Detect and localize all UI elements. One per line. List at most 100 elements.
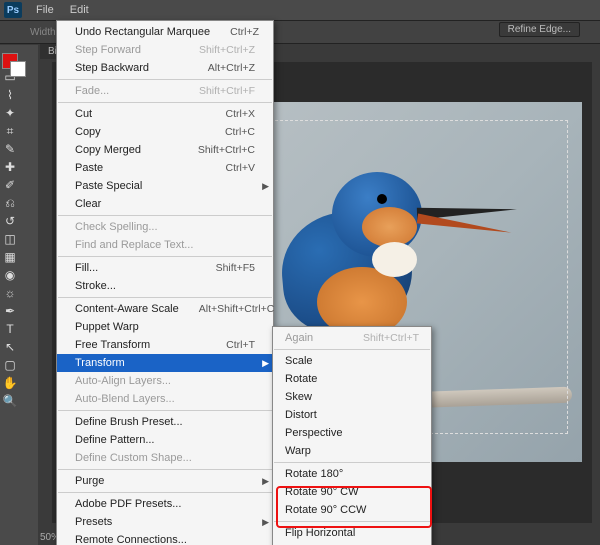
transform-item-warp[interactable]: Warp xyxy=(273,442,431,460)
edit-menu-item-transform-label: Transform xyxy=(75,357,125,369)
transform-item-warp-label: Warp xyxy=(285,445,311,457)
edit-menu-item-undo[interactable]: Undo Rectangular MarqueeCtrl+Z xyxy=(57,23,273,41)
chevron-right-icon: ▶ xyxy=(262,358,269,369)
edit-menu-item-copy-merged-shortcut: Shift+Ctrl+C xyxy=(198,144,255,156)
tool-history-icon[interactable]: ↺ xyxy=(2,213,18,229)
tool-dodge-icon[interactable]: ☼ xyxy=(2,285,18,301)
edit-menu-item-puppet-warp-label: Puppet Warp xyxy=(75,321,139,333)
transform-item-rotate-180[interactable]: Rotate 180° xyxy=(273,465,431,483)
transform-item-again: AgainShift+Ctrl+T xyxy=(273,329,431,347)
transform-item-rotate-90-ccw-label: Rotate 90° CCW xyxy=(285,504,366,516)
color-swatches[interactable] xyxy=(2,53,26,77)
menu-file[interactable]: File xyxy=(28,2,62,18)
transform-item-skew[interactable]: Skew xyxy=(273,388,431,406)
edit-menu-item-separator xyxy=(58,79,272,80)
edit-menu-item-step-forward-label: Step Forward xyxy=(75,44,141,56)
transform-item-perspective[interactable]: Perspective xyxy=(273,424,431,442)
edit-menu-item-fade-label: Fade... xyxy=(75,85,109,97)
ps-logo-icon: Ps xyxy=(4,2,22,18)
refine-edge-button[interactable]: Refine Edge... xyxy=(499,22,580,37)
edit-menu-item-fill[interactable]: Fill... Shift+F5 xyxy=(57,259,273,277)
edit-menu-item-separator xyxy=(58,410,272,411)
transform-item-rotate[interactable]: Rotate xyxy=(273,370,431,388)
edit-menu-item-define-shape: Define Custom Shape... xyxy=(57,449,273,467)
edit-menu-item-clear[interactable]: Clear xyxy=(57,195,273,213)
edit-menu-item-puppet-warp[interactable]: Puppet Warp xyxy=(57,318,273,336)
edit-menu-item-paste-special[interactable]: Paste Special▶ xyxy=(57,177,273,195)
edit-menu-item-auto-blend: Auto-Blend Layers... xyxy=(57,390,273,408)
edit-menu-item-copy-label: Copy xyxy=(75,126,101,138)
edit-menu-item-presets-label: Presets xyxy=(75,516,112,528)
edit-dropdown-menu: Undo Rectangular MarqueeCtrl+Z Step Forwa… xyxy=(56,20,274,545)
edit-menu-item-auto-blend-label: Auto-Blend Layers... xyxy=(75,393,175,405)
tool-lasso-icon[interactable]: ⌇ xyxy=(2,87,18,103)
edit-menu-item-clear-label: Clear xyxy=(75,198,101,210)
edit-menu-item-purge[interactable]: Purge ▶ xyxy=(57,472,273,490)
tool-hand-icon[interactable]: ✋ xyxy=(2,375,18,391)
tool-type-icon[interactable]: T xyxy=(2,321,18,337)
tool-eraser-icon[interactable]: ◫ xyxy=(2,231,18,247)
transform-item-perspective-label: Perspective xyxy=(285,427,342,439)
edit-menu-item-copy-merged-label: Copy Merged xyxy=(75,144,141,156)
edit-menu-item-cut[interactable]: Cut Ctrl+X xyxy=(57,105,273,123)
edit-menu-item-separator xyxy=(58,297,272,298)
edit-menu-item-remote-conn[interactable]: Remote Connections... xyxy=(57,531,273,545)
transform-item-scale[interactable]: Scale xyxy=(273,352,431,370)
edit-menu-item-purge-label: Purge xyxy=(75,475,104,487)
tool-zoom-icon[interactable]: 🔍 xyxy=(2,393,18,409)
edit-menu-item-content-aware[interactable]: Content-Aware ScaleAlt+Shift+Ctrl+C xyxy=(57,300,273,318)
transform-item-flip-h-label: Flip Horizontal xyxy=(285,527,355,539)
transform-item-rotate-label: Rotate xyxy=(285,373,317,385)
transform-item-separator xyxy=(274,349,430,350)
tool-stamp-icon[interactable]: ⎌ xyxy=(2,195,18,211)
edit-menu-item-stroke[interactable]: Stroke... xyxy=(57,277,273,295)
edit-menu-item-check-spelling: Check Spelling... xyxy=(57,218,273,236)
transform-item-distort[interactable]: Distort xyxy=(273,406,431,424)
edit-menu-item-separator xyxy=(58,102,272,103)
menu-edit[interactable]: Edit xyxy=(62,2,97,18)
edit-menu-item-define-pattern[interactable]: Define Pattern... xyxy=(57,431,273,449)
edit-menu-item-find-replace: Find and Replace Text... xyxy=(57,236,273,254)
edit-menu-item-presets[interactable]: Presets▶ xyxy=(57,513,273,531)
tool-heal-icon[interactable]: ✚ xyxy=(2,159,18,175)
transform-item-rotate-90-cw[interactable]: Rotate 90° CW xyxy=(273,483,431,501)
edit-menu-item-copy-merged[interactable]: Copy Merged Shift+Ctrl+C xyxy=(57,141,273,159)
edit-menu-item-remote-conn-label: Remote Connections... xyxy=(75,534,187,545)
edit-menu-item-separator xyxy=(58,256,272,257)
edit-menu-item-define-brush[interactable]: Define Brush Preset... xyxy=(57,413,273,431)
edit-menu-item-define-pattern-label: Define Pattern... xyxy=(75,434,155,446)
edit-menu-item-separator xyxy=(58,492,272,493)
photoshop-window: Ps File Edit Width: Height: Refine Edge.… xyxy=(0,0,600,545)
tool-blur-icon[interactable]: ◉ xyxy=(2,267,18,283)
edit-menu-item-fade: Fade... Shift+Ctrl+F xyxy=(57,82,273,100)
edit-menu-item-paste-label: Paste xyxy=(75,162,103,174)
edit-menu-item-fill-shortcut: Shift+F5 xyxy=(216,262,255,274)
chevron-right-icon: ▶ xyxy=(262,181,269,192)
edit-menu-item-cut-label: Cut xyxy=(75,108,92,120)
tool-shape-icon[interactable]: ▢ xyxy=(2,357,18,373)
edit-menu-item-adobe-pdf-label: Adobe PDF Presets... xyxy=(75,498,181,510)
edit-menu-item-cut-shortcut: Ctrl+X xyxy=(226,108,255,120)
edit-menu-item-fill-label: Fill... xyxy=(75,262,98,274)
tool-wand-icon[interactable]: ✦ xyxy=(2,105,18,121)
edit-menu-item-copy[interactable]: CopyCtrl+C xyxy=(57,123,273,141)
tool-gradient-icon[interactable]: ▦ xyxy=(2,249,18,265)
edit-menu-item-fade-shortcut: Shift+Ctrl+F xyxy=(199,85,255,97)
background-swatch[interactable] xyxy=(10,61,26,77)
edit-menu-item-transform[interactable]: Transform ▶ xyxy=(57,354,273,372)
edit-menu-item-content-aware-shortcut: Alt+Shift+Ctrl+C xyxy=(199,303,275,315)
edit-menu-item-free-transform[interactable]: Free TransformCtrl+T xyxy=(57,336,273,354)
edit-menu-item-paste-shortcut: Ctrl+V xyxy=(226,162,255,174)
edit-menu-item-adobe-pdf[interactable]: Adobe PDF Presets... xyxy=(57,495,273,513)
tool-brush-icon[interactable]: ✐ xyxy=(2,177,18,193)
edit-menu-item-paste[interactable]: Paste Ctrl+V xyxy=(57,159,273,177)
edit-menu-item-auto-align-label: Auto-Align Layers... xyxy=(75,375,171,387)
tool-eyedrop-icon[interactable]: ✎ xyxy=(2,141,18,157)
tool-pen-icon[interactable]: ✒ xyxy=(2,303,18,319)
transform-item-rotate-90-ccw[interactable]: Rotate 90° CCW xyxy=(273,501,431,519)
chevron-right-icon: ▶ xyxy=(262,476,269,487)
tool-crop-icon[interactable]: ⌗ xyxy=(2,123,18,139)
edit-menu-item-step-backward[interactable]: Step BackwardAlt+Ctrl+Z xyxy=(57,59,273,77)
tool-path-icon[interactable]: ↖ xyxy=(2,339,18,355)
transform-item-flip-h[interactable]: Flip Horizontal xyxy=(273,524,431,542)
